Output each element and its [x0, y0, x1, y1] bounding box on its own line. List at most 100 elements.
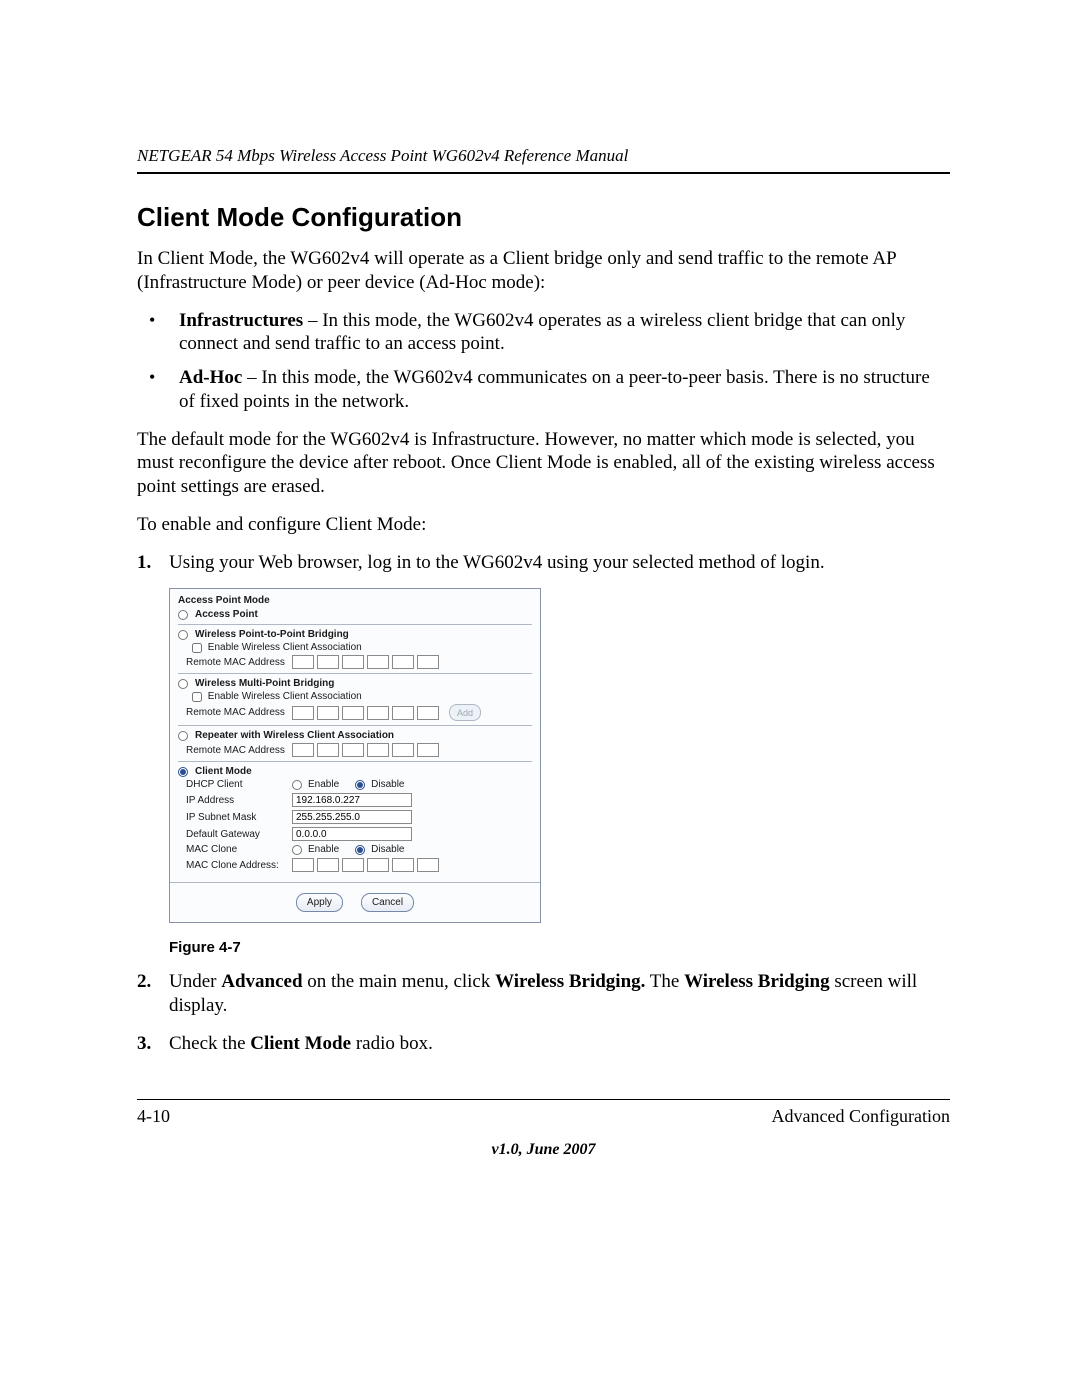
- bullet-lead: Ad-Hoc: [179, 367, 242, 388]
- macclone-addr-row: MAC Clone Address:: [178, 858, 532, 872]
- header-rule: [137, 172, 950, 174]
- mac-octet-input[interactable]: [417, 655, 439, 669]
- footer-version: v1.0, June 2007: [137, 1141, 950, 1159]
- separator: [178, 761, 532, 762]
- mac-octet-input[interactable]: [317, 706, 339, 720]
- paragraph-default: The default mode for the WG602v4 is Infr…: [137, 428, 950, 499]
- mode-mpt[interactable]: Wireless Multi-Point Bridging: [178, 678, 532, 689]
- mac-octet-input[interactable]: [392, 655, 414, 669]
- figure-caption: Figure 4-7: [137, 939, 950, 956]
- ptp-option: Enable Wireless Client Association: [178, 642, 532, 653]
- mac-octet-input[interactable]: [342, 743, 364, 757]
- mac-input-group: [292, 706, 439, 720]
- mac-octet-input[interactable]: [317, 743, 339, 757]
- mode-label: Repeater with Wireless Client Associatio…: [195, 730, 394, 741]
- step-1: Using your Web browser, log in to the WG…: [137, 551, 950, 575]
- radio-dhcp-enable[interactable]: [292, 780, 302, 790]
- mac-octet-input[interactable]: [342, 655, 364, 669]
- mac-octet-input[interactable]: [392, 743, 414, 757]
- mask-input[interactable]: [292, 810, 412, 824]
- gw-label: Default Gateway: [186, 829, 286, 840]
- radio-mpt[interactable]: [178, 679, 188, 689]
- ip-input[interactable]: [292, 793, 412, 807]
- radio-ptp[interactable]: [178, 630, 188, 640]
- radio-access-point[interactable]: [178, 610, 188, 620]
- dhcp-label: DHCP Client: [186, 779, 286, 790]
- mac-octet-input[interactable]: [292, 858, 314, 872]
- remote-mac-label: Remote MAC Address: [186, 745, 286, 756]
- remote-mac-label: Remote MAC Address: [186, 657, 286, 668]
- radio-macclone-enable[interactable]: [292, 845, 302, 855]
- mac-octet-input[interactable]: [392, 706, 414, 720]
- gw-row: Default Gateway: [178, 827, 532, 841]
- mac-octet-input[interactable]: [342, 706, 364, 720]
- separator: [178, 725, 532, 726]
- step-2: Under Advanced on the main menu, click W…: [137, 970, 950, 1018]
- mac-octet-input[interactable]: [317, 858, 339, 872]
- section-title: Client Mode Configuration: [137, 202, 950, 233]
- mac-octet-input[interactable]: [292, 706, 314, 720]
- footer-section: Advanced Configuration: [772, 1106, 950, 1127]
- footer-rule: [137, 1099, 950, 1100]
- mac-octet-input[interactable]: [417, 743, 439, 757]
- radio-dhcp-disable[interactable]: [355, 780, 365, 790]
- gw-input[interactable]: [292, 827, 412, 841]
- disable-label: Disable: [371, 779, 404, 790]
- button-row: Apply Cancel: [170, 882, 540, 922]
- bullet-item: Ad-Hoc – In this mode, the WG602v4 commu…: [137, 366, 950, 414]
- radio-client-mode[interactable]: [178, 767, 188, 777]
- mac-octet-input[interactable]: [367, 706, 389, 720]
- running-header: NETGEAR 54 Mbps Wireless Access Point WG…: [137, 146, 950, 166]
- mode-access-point[interactable]: Access Point: [178, 609, 532, 620]
- mac-octet-input[interactable]: [292, 743, 314, 757]
- checkbox-label: Enable Wireless Client Association: [208, 691, 362, 702]
- bullet-text: – In this mode, the WG602v4 communicates…: [179, 367, 930, 412]
- macclone-row: MAC Clone Enable Disable: [178, 844, 532, 855]
- shot-heading: Access Point Mode: [178, 595, 532, 606]
- mac-octet-input[interactable]: [317, 655, 339, 669]
- mac-octet-input[interactable]: [292, 655, 314, 669]
- mode-label: Client Mode: [195, 766, 252, 777]
- add-button[interactable]: Add: [449, 704, 481, 721]
- checkbox-label: Enable Wireless Client Association: [208, 642, 362, 653]
- mac-octet-input[interactable]: [367, 655, 389, 669]
- cancel-button[interactable]: Cancel: [361, 893, 414, 912]
- document-page: NETGEAR 54 Mbps Wireless Access Point WG…: [0, 0, 1080, 1397]
- mac-octet-input[interactable]: [392, 858, 414, 872]
- page-footer: 4-10 Advanced Configuration v1.0, June 2…: [137, 1099, 950, 1159]
- mpt-mac-row: Remote MAC Address Add: [178, 704, 532, 721]
- steps-list-cont: Under Advanced on the main menu, click W…: [137, 970, 950, 1055]
- ip-row: IP Address: [178, 793, 532, 807]
- apply-button[interactable]: Apply: [296, 893, 343, 912]
- intro-paragraph: In Client Mode, the WG602v4 will operate…: [137, 247, 950, 295]
- checkbox-enable-wca[interactable]: [192, 643, 202, 653]
- mac-input-group: [292, 655, 439, 669]
- remote-mac-label: Remote MAC Address: [186, 707, 286, 718]
- mac-input-group: [292, 858, 439, 872]
- paragraph-enable: To enable and configure Client Mode:: [137, 513, 950, 537]
- radio-macclone-disable[interactable]: [355, 845, 365, 855]
- config-screenshot: Access Point Mode Access Point Wireless …: [169, 588, 541, 923]
- page-number: 4-10: [137, 1106, 170, 1127]
- mac-octet-input[interactable]: [342, 858, 364, 872]
- mode-ptp[interactable]: Wireless Point-to-Point Bridging: [178, 629, 532, 640]
- mac-octet-input[interactable]: [367, 743, 389, 757]
- mac-octet-input[interactable]: [417, 706, 439, 720]
- mode-repeater[interactable]: Repeater with Wireless Client Associatio…: [178, 730, 532, 741]
- radio-repeater[interactable]: [178, 731, 188, 741]
- checkbox-enable-wca[interactable]: [192, 692, 202, 702]
- disable-label: Disable: [371, 844, 404, 855]
- dhcp-row: DHCP Client Enable Disable: [178, 779, 532, 790]
- mode-client[interactable]: Client Mode: [178, 766, 532, 777]
- mac-input-group: [292, 743, 439, 757]
- figure-wrapper: Access Point Mode Access Point Wireless …: [137, 588, 950, 923]
- mode-label: Wireless Point-to-Point Bridging: [195, 629, 349, 640]
- separator: [178, 673, 532, 674]
- macclone-addr-label: MAC Clone Address:: [186, 860, 286, 871]
- mask-label: IP Subnet Mask: [186, 812, 286, 823]
- steps-list: Using your Web browser, log in to the WG…: [137, 551, 950, 575]
- mac-octet-input[interactable]: [367, 858, 389, 872]
- mac-octet-input[interactable]: [417, 858, 439, 872]
- mode-label: Access Point: [195, 609, 258, 620]
- mask-row: IP Subnet Mask: [178, 810, 532, 824]
